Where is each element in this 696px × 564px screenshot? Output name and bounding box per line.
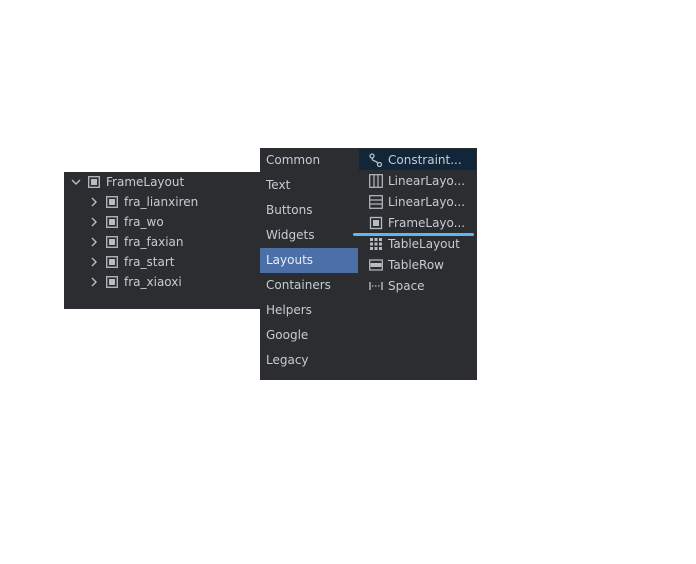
linear-layout-horizontal-icon xyxy=(369,173,383,188)
palette-panel: Common Text Buttons Widgets Layouts Cont… xyxy=(260,148,477,380)
chevron-right-icon[interactable] xyxy=(88,216,100,228)
drop-target-indicator xyxy=(353,233,474,236)
constraint-layout-icon xyxy=(369,152,383,167)
linear-layout-vertical-icon xyxy=(369,194,383,209)
tree-node-child[interactable]: fra_xiaoxi xyxy=(88,272,182,292)
widget-label: Constraint... xyxy=(388,152,462,167)
chevron-right-icon[interactable] xyxy=(88,236,100,248)
tree-node-child[interactable]: fra_faxian xyxy=(88,232,183,252)
tree-node-child[interactable]: fra_lianxiren xyxy=(88,192,198,212)
frame-layout-icon xyxy=(106,216,118,228)
component-tree: FrameLayout fra_lianxiren fra_wo fra_fax… xyxy=(64,172,260,309)
widget-label: TableRow xyxy=(388,257,444,272)
widget-label: Space xyxy=(388,278,425,293)
category-widgets[interactable]: Widgets xyxy=(260,223,358,248)
widget-table-layout[interactable]: TableLayout xyxy=(359,233,476,254)
chevron-down-icon[interactable] xyxy=(70,176,82,188)
frame-layout-icon xyxy=(88,176,100,188)
widget-space[interactable]: Space xyxy=(359,275,476,296)
category-common[interactable]: Common xyxy=(260,148,358,173)
tree-node-child[interactable]: fra_start xyxy=(88,252,174,272)
chevron-right-icon[interactable] xyxy=(88,256,100,268)
tree-node-label: fra_faxian xyxy=(124,235,184,249)
frame-layout-icon xyxy=(106,196,118,208)
frame-layout-icon xyxy=(106,256,118,268)
palette-categories: Common Text Buttons Widgets Layouts Cont… xyxy=(260,148,358,380)
chevron-right-icon[interactable] xyxy=(88,196,100,208)
widget-table-row[interactable]: TableRow xyxy=(359,254,476,275)
widget-label: LinearLayo... xyxy=(388,173,466,188)
tree-node-label: fra_lianxiren xyxy=(124,195,199,209)
widget-label: TableLayout xyxy=(388,236,460,251)
category-helpers[interactable]: Helpers xyxy=(260,298,358,323)
widget-label: LinearLayo... xyxy=(388,194,466,209)
designer-canvas: FrameLayout fra_lianxiren fra_wo fra_fax… xyxy=(0,0,696,564)
tree-node-child[interactable]: fra_wo xyxy=(88,212,164,232)
tree-node-label: fra_xiaoxi xyxy=(124,275,182,289)
frame-layout-icon xyxy=(106,276,118,288)
table-row-icon xyxy=(369,258,383,271)
space-icon xyxy=(369,281,383,290)
palette-widget-list: Constraint... LinearLayo... LinearLayo..… xyxy=(358,148,477,380)
tree-node-root[interactable]: FrameLayout xyxy=(70,172,184,192)
widget-frame-layout[interactable]: FrameLayo... xyxy=(359,212,476,233)
tree-node-label: fra_wo xyxy=(124,215,164,229)
frame-layout-icon xyxy=(106,236,118,248)
widget-linear-layout-vertical[interactable]: LinearLayo... xyxy=(359,191,476,212)
chevron-right-icon[interactable] xyxy=(88,276,100,288)
category-text[interactable]: Text xyxy=(260,173,358,198)
category-buttons[interactable]: Buttons xyxy=(260,198,358,223)
category-google[interactable]: Google xyxy=(260,323,358,348)
tree-node-label: fra_start xyxy=(124,255,175,269)
widget-linear-layout-horizontal[interactable]: LinearLayo... xyxy=(359,170,476,191)
frame-layout-icon xyxy=(369,216,383,229)
widget-label: FrameLayo... xyxy=(388,215,466,230)
tree-node-label: FrameLayout xyxy=(106,175,185,189)
category-layouts[interactable]: Layouts xyxy=(260,248,358,273)
category-legacy[interactable]: Legacy xyxy=(260,348,358,373)
widget-constraint-layout[interactable]: Constraint... xyxy=(359,149,476,170)
category-containers[interactable]: Containers xyxy=(260,273,358,298)
table-layout-icon xyxy=(370,237,382,250)
